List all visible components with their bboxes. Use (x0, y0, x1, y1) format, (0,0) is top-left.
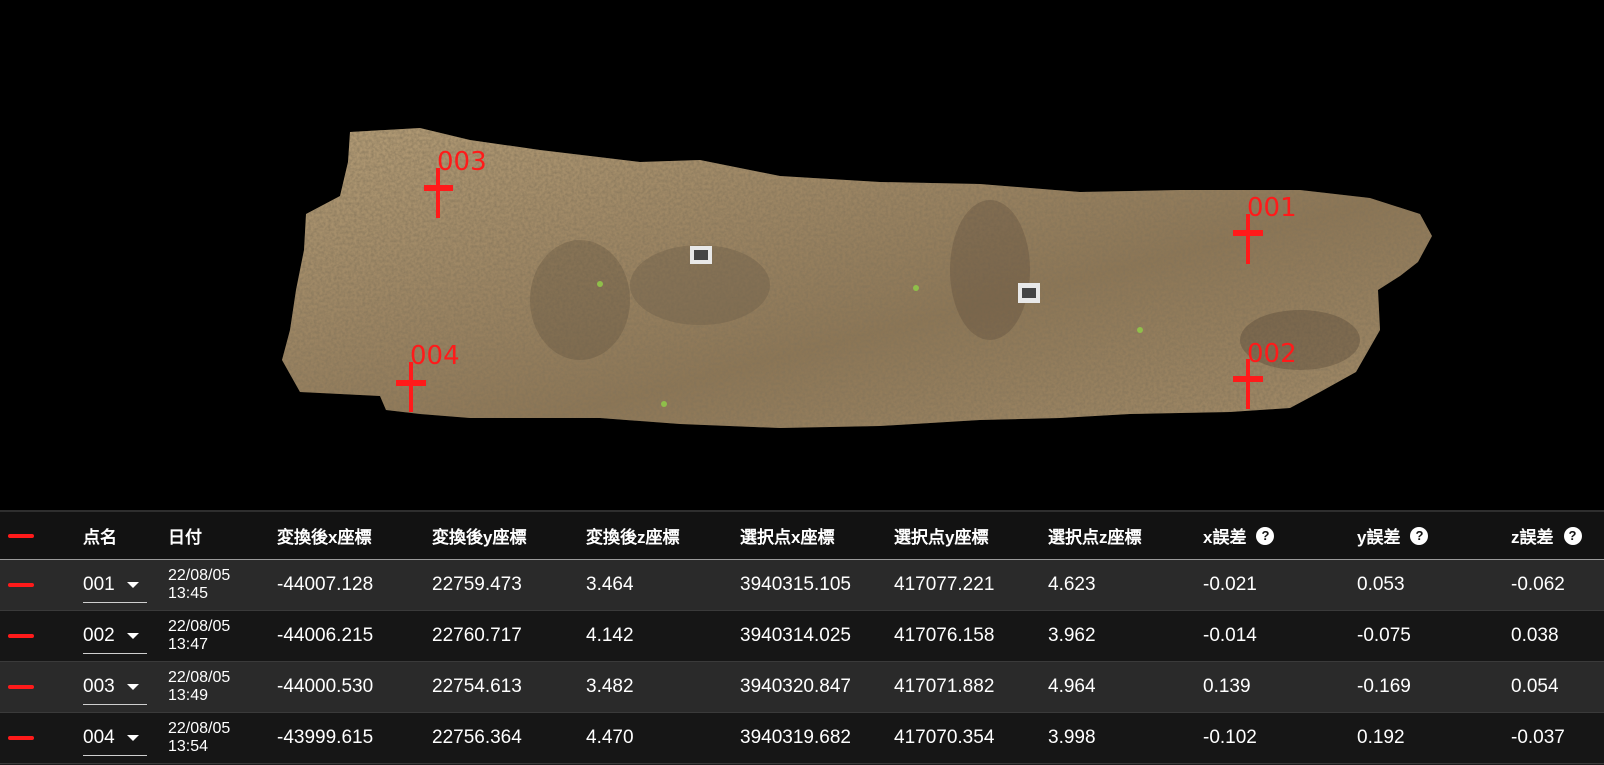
cell-transformed-z: 4.470 (586, 727, 634, 748)
cell-z-error: -0.062 (1511, 574, 1565, 595)
caret-down-icon (127, 683, 139, 690)
cell-transformed-z: 3.482 (586, 676, 634, 697)
cell-y-error: -0.169 (1357, 676, 1411, 697)
red-line-icon (8, 713, 34, 763)
question-circle-icon[interactable]: ? (1410, 526, 1429, 545)
header-y-error-label: y誤差 (1357, 528, 1401, 547)
caret-down-icon (127, 581, 139, 588)
cell-z-error: 0.054 (1511, 676, 1559, 697)
cell-transformed-y: 22754.613 (432, 676, 522, 697)
marker-label: 003 (437, 147, 487, 177)
header-z-error: z誤差 ? (1511, 512, 1582, 559)
point-name-select[interactable]: 001 (83, 568, 147, 603)
cell-selected-x: 3940320.847 (740, 676, 851, 697)
cell-transformed-z: 3.464 (586, 574, 634, 595)
caret-down-icon (127, 734, 139, 741)
gcp-table: 点名 日付 変換後x座標 変換後y座標 変換後z座標 選択点x座標 選択点y座標… (0, 510, 1604, 765)
header-x-error-label: x誤差 (1203, 528, 1247, 547)
cell-transformed-y: 22760.717 (432, 625, 522, 646)
date-cell: 22/08/05 13:54 (168, 720, 231, 755)
cell-transformed-z: 4.142 (586, 625, 634, 646)
cell-selected-x: 3940315.105 (740, 574, 851, 595)
table-row[interactable]: 001 22/08/05 13:45 -44007.128 22759.473 … (0, 560, 1604, 611)
cell-transformed-x: -44007.128 (277, 574, 374, 595)
cell-x-error: -0.021 (1203, 574, 1257, 595)
cell-x-error: 0.139 (1203, 676, 1251, 697)
cell-selected-z: 3.962 (1048, 625, 1096, 646)
cell-transformed-x: -44000.530 (277, 676, 374, 697)
cell-selected-y: 417076.158 (894, 625, 995, 646)
question-circle-icon[interactable]: ? (1563, 526, 1582, 545)
cell-selected-z: 4.964 (1048, 676, 1096, 697)
cell-selected-x: 3940314.025 (740, 625, 851, 646)
point-cloud-canvas[interactable]: 003 001 004 002 (0, 0, 1604, 510)
point-name-select[interactable]: 002 (83, 619, 147, 654)
red-line-icon (8, 611, 34, 661)
cell-selected-y: 417070.354 (894, 727, 995, 748)
marker-label: 004 (410, 341, 460, 371)
header-selected-x: 選択点x座標 (740, 528, 835, 547)
header-selected-y: 選択点y座標 (894, 528, 989, 547)
header-z-error-label: z誤差 (1511, 528, 1554, 547)
header-point-name: 点名 (83, 528, 117, 547)
header-line-icon (8, 512, 34, 559)
red-line-icon (8, 560, 34, 610)
date-cell: 22/08/05 13:49 (168, 669, 231, 704)
table-row[interactable]: 002 22/08/05 13:47 -44006.215 22760.717 … (0, 611, 1604, 662)
table-row[interactable]: 003 22/08/05 13:49 -44000.530 22754.613 … (0, 662, 1604, 713)
date-cell: 22/08/05 13:47 (168, 618, 231, 653)
cell-x-error: -0.014 (1203, 625, 1257, 646)
cell-selected-z: 4.623 (1048, 574, 1096, 595)
caret-down-icon (127, 632, 139, 639)
cell-transformed-x: -44006.215 (277, 625, 374, 646)
red-line-icon (8, 662, 34, 712)
cell-selected-x: 3940319.682 (740, 727, 851, 748)
cell-selected-z: 3.998 (1048, 727, 1096, 748)
point-name-select[interactable]: 003 (83, 670, 147, 705)
cell-y-error: 0.053 (1357, 574, 1405, 595)
cell-z-error: 0.038 (1511, 625, 1559, 646)
cell-transformed-x: -43999.615 (277, 727, 374, 748)
cell-z-error: -0.037 (1511, 727, 1565, 748)
header-date: 日付 (168, 528, 202, 547)
cell-x-error: -0.102 (1203, 727, 1257, 748)
header-transformed-x: 変換後x座標 (277, 528, 372, 547)
table-header-row: 点名 日付 変換後x座標 変換後y座標 変換後z座標 選択点x座標 選択点y座標… (0, 512, 1604, 560)
cell-selected-y: 417071.882 (894, 676, 995, 697)
marker-label: 002 (1247, 339, 1297, 369)
table-row[interactable]: 004 22/08/05 13:54 -43999.615 22756.364 … (0, 713, 1604, 764)
marker-label: 001 (1247, 193, 1297, 223)
cell-y-error: -0.075 (1357, 625, 1411, 646)
header-x-error: x誤差 ? (1203, 512, 1275, 559)
cell-selected-y: 417077.221 (894, 574, 995, 595)
point-name-select[interactable]: 004 (83, 721, 147, 756)
question-circle-icon[interactable]: ? (1256, 526, 1275, 545)
cell-transformed-y: 22759.473 (432, 574, 522, 595)
cell-y-error: 0.192 (1357, 727, 1405, 748)
cell-transformed-y: 22756.364 (432, 727, 522, 748)
point-cloud-viewport[interactable]: 003 001 004 002 (0, 0, 1604, 510)
header-transformed-z: 変換後z座標 (586, 528, 680, 547)
header-y-error: y誤差 ? (1357, 512, 1429, 559)
header-selected-z: 選択点z座標 (1048, 528, 1142, 547)
header-transformed-y: 変換後y座標 (432, 528, 527, 547)
date-cell: 22/08/05 13:45 (168, 567, 231, 602)
